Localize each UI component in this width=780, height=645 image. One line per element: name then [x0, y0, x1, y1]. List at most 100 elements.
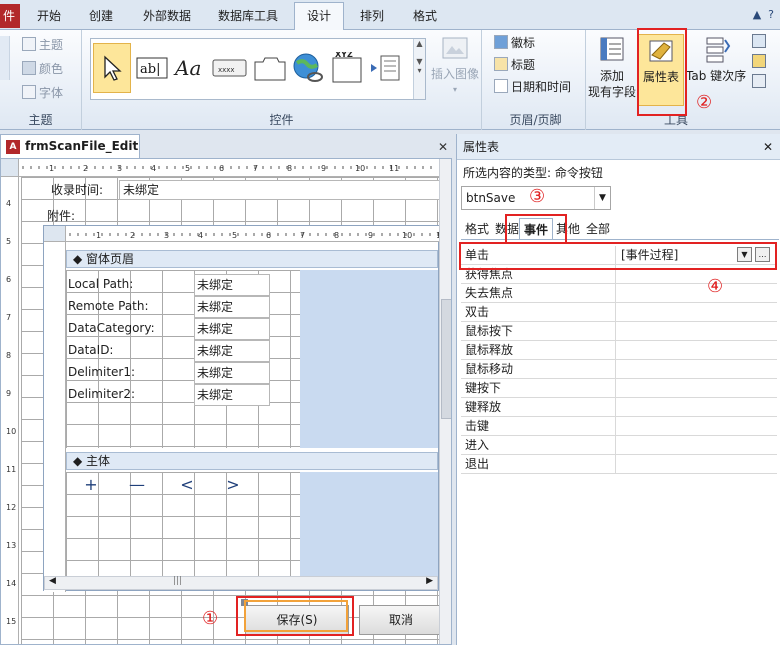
subform-horizontal-scrollbar[interactable]: ◀ ||| ▶	[44, 576, 438, 590]
add-record-button[interactable]: +	[70, 472, 112, 500]
button-control[interactable]: xxxx	[211, 43, 249, 93]
field-unbound-textbox[interactable]: 未绑定	[194, 274, 270, 296]
ruler-number: 4	[198, 231, 203, 240]
tab-arrange[interactable]: 排列	[350, 6, 394, 30]
fonts-icon	[22, 85, 36, 99]
designer-scroll-thumb[interactable]	[441, 299, 451, 419]
property-row[interactable]: 进入	[461, 436, 777, 455]
file-tab[interactable]: 件	[0, 4, 20, 28]
themes-group: 主题 颜色 字体 主题	[0, 30, 82, 130]
tab-database-tools[interactable]: 数据库工具	[208, 6, 288, 30]
ribbon-window-controls[interactable]: ▲ ?	[753, 8, 774, 21]
insert-image-button[interactable]: 插入图像 ▾	[430, 36, 480, 98]
tab-design[interactable]: 设计	[294, 2, 344, 31]
field-unbound-textbox[interactable]: 未绑定	[194, 384, 270, 406]
cancel-button[interactable]: 取消	[359, 605, 443, 635]
delete-record-button[interactable]: —	[116, 472, 158, 500]
property-row[interactable]: 键按下	[461, 379, 777, 398]
header-footer-group: 徽标 标题 日期和时间 页眉/页脚	[486, 30, 586, 130]
column-divider	[615, 360, 616, 379]
nav-button-row: + — < >	[68, 472, 298, 502]
tab-order-button[interactable]: Tab 键次序	[686, 34, 746, 84]
tab-home[interactable]: 开始	[26, 6, 72, 30]
property-row[interactable]: 失去焦点	[461, 284, 777, 303]
gallery-scroll[interactable]: ▲ ▼ ▾	[413, 39, 425, 99]
chevron-down-icon[interactable]: ▼	[594, 187, 610, 209]
attachments-subform[interactable]: 1234567891011 ◆ 窗体页眉 Local Path:未绑定Remot…	[43, 225, 446, 592]
vertical-ruler-number: 12	[6, 503, 17, 512]
tab-create[interactable]: 创建	[78, 6, 124, 30]
ruler-number: 10	[355, 164, 365, 173]
column-divider	[615, 341, 616, 360]
property-name: 进入	[465, 438, 490, 452]
list-control[interactable]	[367, 43, 405, 93]
receive-time-textbox[interactable]: 未绑定	[119, 180, 441, 200]
property-row[interactable]: 退出	[461, 455, 777, 474]
column-divider	[615, 398, 616, 417]
ruler-corner[interactable]	[1, 159, 19, 177]
colors-icon	[22, 61, 36, 75]
title-button[interactable]: 标题	[494, 54, 535, 76]
ruler-number: 7	[300, 231, 305, 240]
minimize-ribbon-icon[interactable]: ▲	[753, 8, 761, 21]
property-row[interactable]: 鼠标移动	[461, 360, 777, 379]
property-row[interactable]: 鼠标释放	[461, 341, 777, 360]
next-record-button[interactable]: >	[212, 472, 254, 500]
title-icon	[494, 57, 508, 71]
close-icon[interactable]: ✕	[763, 134, 773, 160]
add-existing-fields-button[interactable]: 添加 现有字段	[586, 34, 638, 100]
text-control[interactable]: Aa	[171, 43, 209, 93]
field-unbound-textbox[interactable]: 未绑定	[194, 340, 270, 362]
vertical-ruler-number: 9	[6, 389, 12, 398]
globe-link-icon	[293, 53, 323, 82]
field-unbound-textbox[interactable]: 未绑定	[194, 362, 270, 384]
ruler-number: 5	[185, 164, 190, 173]
ruler-number: 6	[266, 231, 271, 240]
document-tab[interactable]: AfrmScanFile_Edit	[0, 134, 140, 158]
property-name: 退出	[465, 457, 490, 471]
controls-gallery[interactable]: ab| Aa xxxx XYZ ▲ ▼ ▾	[90, 38, 426, 100]
tab-all-props[interactable]: 全部	[583, 218, 613, 240]
logo-button[interactable]: 徽标	[494, 32, 535, 54]
ruler-number: 1	[49, 164, 54, 173]
property-row[interactable]: 键释放	[461, 398, 777, 417]
hyperlink-control[interactable]	[289, 43, 327, 93]
property-name: 失去焦点	[465, 286, 514, 300]
property-grid: 单击 [事件过程] ▼… 获得焦点 失去焦点 双击 鼠标按下 鼠标释放 鼠标移动 键按下 键释放 击键…	[457, 246, 780, 486]
property-name: 键按下	[465, 381, 502, 395]
tab-external-data[interactable]: 外部数据	[132, 6, 202, 30]
code-icon[interactable]	[752, 54, 766, 68]
vertical-ruler-number: 6	[6, 275, 12, 284]
subform-icon[interactable]	[752, 34, 766, 48]
vertical-ruler-number: 13	[6, 541, 17, 550]
tab-control[interactable]	[251, 43, 289, 93]
annotation-two: ②	[696, 92, 713, 113]
datetime-button[interactable]: 日期和时间	[494, 76, 571, 98]
form-header-section-bar[interactable]: ◆ 窗体页眉	[66, 250, 438, 268]
label-control[interactable]: ab|	[133, 43, 171, 93]
property-row[interactable]: 鼠标按下	[461, 322, 777, 341]
property-row[interactable]: 双击	[461, 303, 777, 322]
close-document-icon[interactable]: ✕	[438, 140, 448, 154]
themes-big-button-edge[interactable]	[0, 36, 10, 80]
column-divider	[615, 284, 616, 303]
web-browser-control[interactable]: XYZ	[329, 43, 367, 93]
help-icon[interactable]: ?	[768, 8, 774, 21]
field-unbound-textbox[interactable]: 未绑定	[194, 318, 270, 340]
image-icon	[442, 37, 468, 59]
select-pointer-control[interactable]	[93, 43, 131, 93]
detail-section-bar[interactable]: ◆ 主体	[66, 452, 438, 470]
colors-button[interactable]: 颜色	[22, 58, 63, 80]
ruler-number: 6	[219, 164, 224, 173]
designer-vertical-scrollbar[interactable]	[439, 159, 451, 644]
field-unbound-textbox[interactable]: 未绑定	[194, 296, 270, 318]
themes-button[interactable]: 主题	[22, 34, 63, 56]
subform-ruler-corner[interactable]	[44, 226, 66, 242]
tab-format-props[interactable]: 格式	[463, 218, 491, 240]
subform-vertical-ruler	[44, 242, 66, 592]
property-row[interactable]: 击键	[461, 417, 777, 436]
fonts-button[interactable]: 字体	[22, 82, 63, 104]
previous-record-button[interactable]: <	[166, 472, 208, 500]
tab-format[interactable]: 格式	[402, 6, 448, 30]
convert-macro-icon[interactable]	[752, 74, 766, 88]
